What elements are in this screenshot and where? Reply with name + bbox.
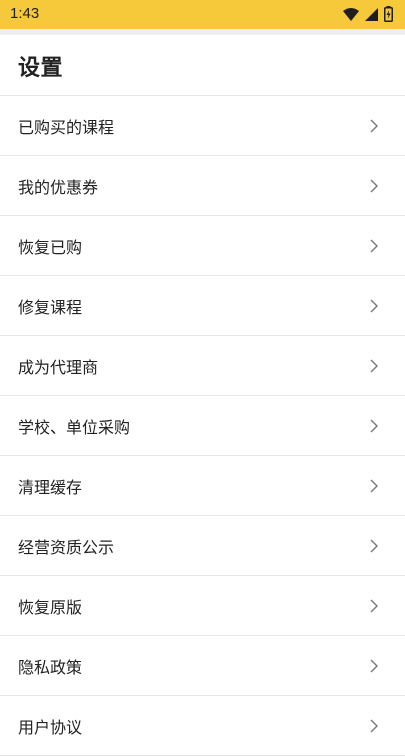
menu-item-clear-cache[interactable]: 清理缓存 [0, 456, 405, 516]
menu-item-restore-purchases[interactable]: 恢复已购 [0, 216, 405, 276]
menu-item-privacy-policy[interactable]: 隐私政策 [0, 636, 405, 696]
chevron-right-icon [370, 599, 378, 612]
chevron-right-icon [370, 359, 378, 372]
status-time: 1:43 [10, 5, 40, 22]
status-icons [343, 5, 393, 23]
menu-item-label: 成为代理商 [18, 357, 99, 377]
menu-item-restore-original[interactable]: 恢复原版 [0, 576, 405, 636]
menu-item-institution-purchase[interactable]: 学校、单位采购 [0, 396, 405, 456]
chevron-right-icon [370, 119, 378, 132]
menu-item-label: 用户协议 [18, 717, 83, 737]
wifi-icon [343, 7, 359, 21]
menu-item-my-coupons[interactable]: 我的优惠券 [0, 156, 405, 216]
signal-icon [365, 7, 378, 21]
battery-icon [384, 6, 393, 22]
settings-menu-list: 已购买的课程 我的优惠券 恢复已购 修复课程 成为代理商 学校、单位采购 清理缓… [0, 96, 405, 756]
menu-item-business-qualification[interactable]: 经营资质公示 [0, 516, 405, 576]
menu-item-label: 已购买的课程 [18, 117, 115, 137]
chevron-right-icon [370, 179, 378, 192]
page-title: 设置 [18, 56, 64, 81]
menu-item-purchased-courses[interactable]: 已购买的课程 [0, 96, 405, 156]
menu-item-label: 恢复已购 [18, 237, 83, 257]
chevron-right-icon [370, 479, 378, 492]
menu-item-label: 学校、单位采购 [18, 417, 131, 437]
menu-item-label: 恢复原版 [18, 597, 83, 617]
top-divider [0, 29, 405, 35]
status-bar: 1:43 [0, 0, 405, 29]
menu-item-label: 隐私政策 [18, 657, 83, 677]
chevron-right-icon [370, 299, 378, 312]
menu-item-label: 我的优惠券 [18, 177, 99, 197]
chevron-right-icon [370, 419, 378, 432]
menu-item-user-agreement[interactable]: 用户协议 [0, 696, 405, 756]
chevron-right-icon [370, 659, 378, 672]
menu-item-label: 经营资质公示 [18, 537, 115, 557]
chevron-right-icon [370, 539, 378, 552]
menu-item-become-agent[interactable]: 成为代理商 [0, 336, 405, 396]
menu-item-repair-courses[interactable]: 修复课程 [0, 276, 405, 336]
chevron-right-icon [370, 239, 378, 252]
menu-item-label: 清理缓存 [18, 477, 83, 497]
menu-item-label: 修复课程 [18, 297, 83, 317]
